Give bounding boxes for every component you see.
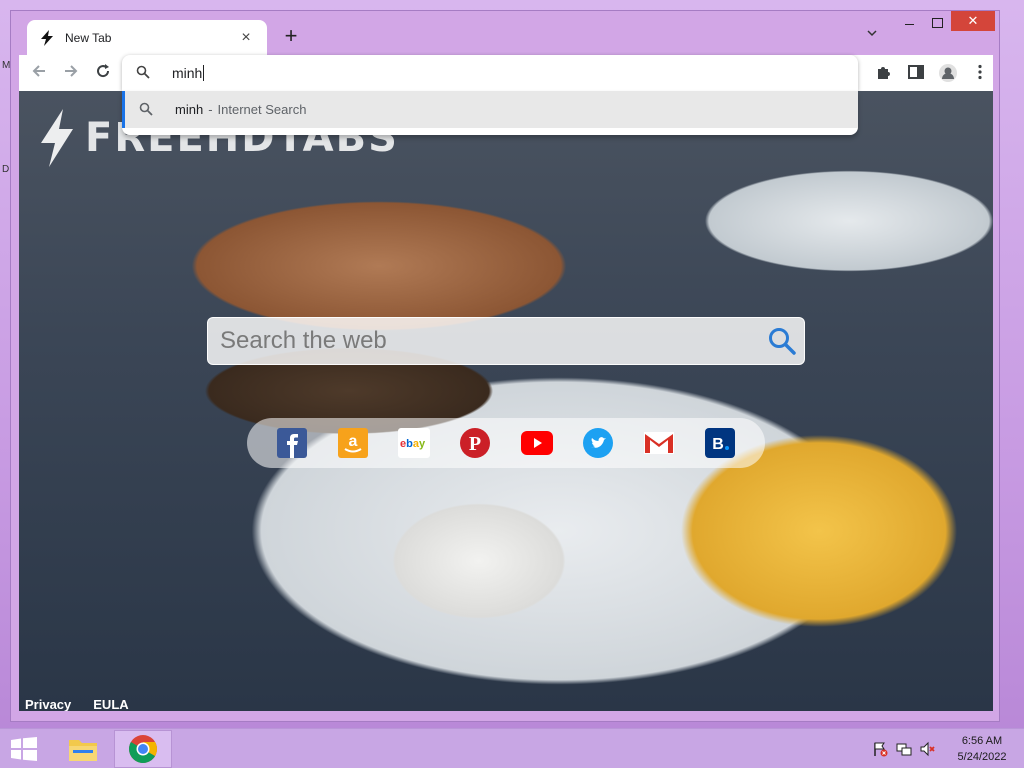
omnibox-suggestions: minh - Internet Search	[122, 91, 858, 135]
minimize-button[interactable]	[901, 15, 919, 31]
chevron-down-icon	[867, 30, 877, 37]
clock-date: 5/24/2022	[957, 751, 1007, 763]
side-panel-icon	[908, 65, 924, 79]
booking-icon[interactable]: B	[704, 427, 736, 459]
close-window-button[interactable]: ✕	[951, 11, 995, 31]
desktop-edge-glyph: D	[2, 164, 10, 175]
svg-text:P: P	[469, 433, 481, 455]
side-panel-button[interactable]	[907, 63, 927, 83]
ebay-icon[interactable]: ebay	[398, 427, 431, 459]
suggestion-engine: Internet Search	[217, 102, 307, 117]
amazon-icon[interactable]: a	[337, 427, 369, 459]
windows-logo-icon	[11, 737, 37, 761]
profile-button[interactable]	[938, 63, 958, 83]
taskbar-chrome[interactable]	[114, 730, 172, 768]
suggestion-query: minh	[175, 102, 204, 117]
chrome-icon	[129, 735, 157, 763]
start-button[interactable]	[10, 737, 38, 761]
twitter-icon[interactable]	[582, 427, 614, 459]
tab-strip: New Tab × + ✕	[11, 11, 999, 55]
reload-button[interactable]	[91, 61, 115, 85]
suggestion-separator: -	[208, 102, 213, 117]
search-icon	[136, 65, 152, 81]
logo-bolt-icon	[41, 109, 73, 167]
web-search-box[interactable]: Search the web	[207, 317, 805, 365]
tab-close-button[interactable]: ×	[237, 29, 255, 47]
puzzle-icon	[878, 67, 890, 79]
address-input[interactable]: minh	[172, 65, 205, 81]
system-tray	[872, 741, 936, 757]
svg-text:B: B	[713, 436, 725, 453]
pinterest-icon[interactable]: P	[459, 427, 491, 459]
extensions-button[interactable]	[875, 63, 895, 83]
browser-window: New Tab × + ✕ minh FREEHDTABS Search the…	[10, 10, 1000, 722]
facebook-icon[interactable]	[276, 427, 308, 459]
tab-title: New Tab	[65, 30, 112, 45]
search-submit-button[interactable]	[760, 319, 804, 363]
clock-time: 6:56 AM	[961, 735, 1003, 747]
gmail-icon[interactable]	[643, 427, 675, 459]
quicklinks-bar: a ebay P B	[247, 418, 765, 468]
maximize-button[interactable]	[927, 15, 945, 31]
suggestion-item[interactable]: minh - Internet Search	[122, 91, 858, 128]
new-tab-button[interactable]: +	[279, 25, 303, 49]
kebab-menu-icon	[978, 64, 982, 80]
folder-icon	[69, 740, 97, 761]
search-icon	[769, 328, 796, 355]
action-center-flag-icon[interactable]	[872, 741, 888, 757]
profile-icon	[939, 64, 957, 82]
forward-button[interactable]	[59, 61, 83, 85]
browser-toolbar: minh	[19, 55, 993, 91]
taskbar-clock[interactable]: 6:56 AM 5/24/2022	[948, 733, 1016, 765]
web-search-input[interactable]: Search the web	[220, 327, 760, 355]
tab-search-button[interactable]	[863, 27, 881, 45]
reload-icon	[97, 64, 110, 78]
taskbar-file-explorer[interactable]	[54, 730, 112, 768]
menu-button[interactable]	[971, 63, 991, 83]
footer-links: Privacy EULA	[25, 697, 129, 711]
taskbar: 6:56 AM 5/24/2022	[0, 728, 1024, 768]
network-icon[interactable]	[896, 741, 912, 757]
volume-muted-icon[interactable]	[920, 741, 936, 757]
search-icon	[139, 102, 155, 118]
new-tab-page: FREEHDTABS Search the web a ebay P B Pri…	[19, 91, 993, 711]
youtube-icon[interactable]	[520, 427, 553, 459]
bolt-icon	[39, 29, 55, 46]
back-button[interactable]	[27, 61, 51, 85]
svg-text:a: a	[348, 433, 357, 450]
arrow-left-icon	[32, 65, 45, 77]
tab-new-tab[interactable]: New Tab ×	[27, 20, 267, 55]
eula-link[interactable]: EULA	[93, 697, 128, 711]
arrow-right-icon	[65, 65, 78, 77]
address-bar[interactable]: minh	[122, 55, 858, 91]
svg-text:ebay: ebay	[400, 438, 426, 450]
privacy-link[interactable]: Privacy	[25, 697, 71, 711]
